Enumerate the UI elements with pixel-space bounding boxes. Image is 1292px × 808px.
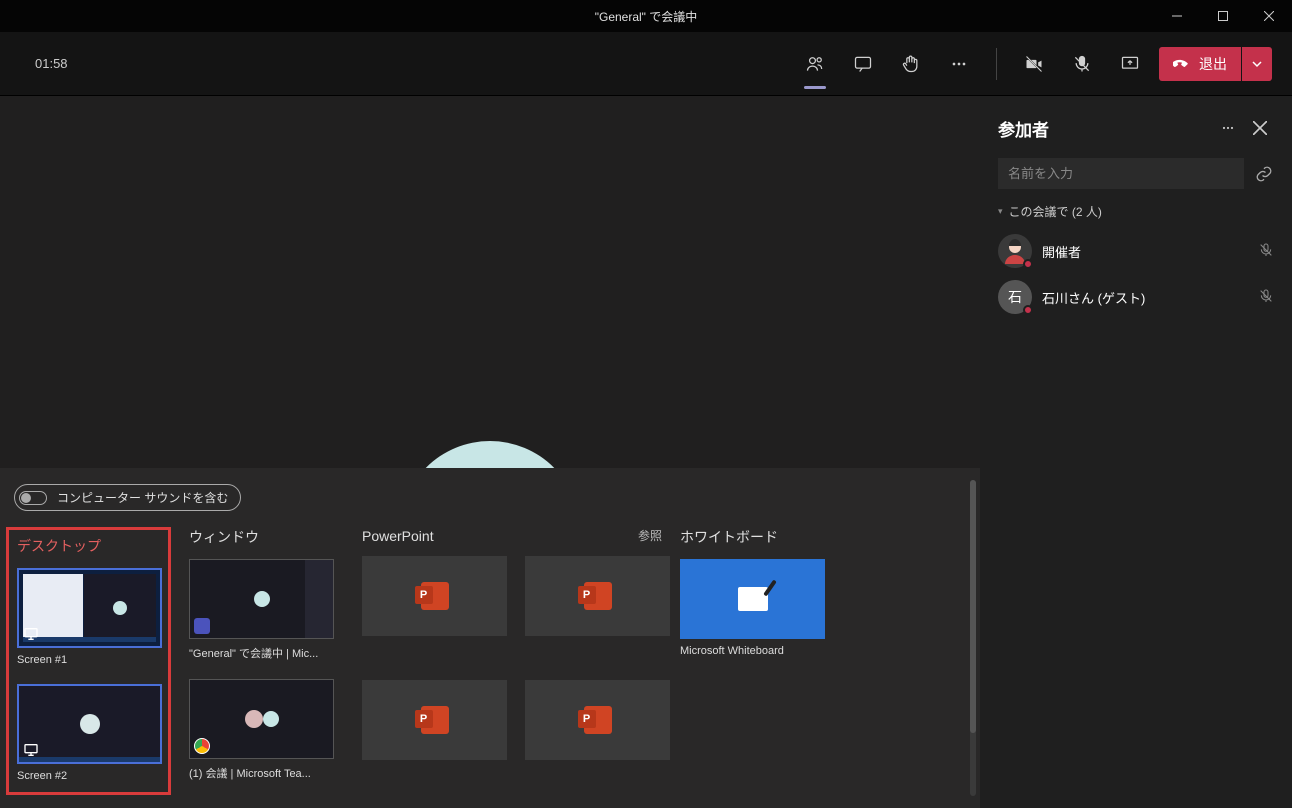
ppt-label: PowerPoint	[362, 528, 434, 544]
meeting-timer: 01:58	[35, 56, 68, 71]
thumb-label: Screen #1	[17, 654, 162, 666]
thumb-label: "General" で会議中 | Mic...	[189, 645, 334, 661]
participant-search-input[interactable]	[998, 158, 1244, 189]
avatar	[998, 234, 1032, 268]
copy-link-button[interactable]	[1254, 164, 1274, 184]
share-column-desktop: デスクトップ Screen #1	[6, 527, 171, 795]
powerpoint-icon	[421, 706, 449, 734]
share-screen-button[interactable]	[1109, 43, 1151, 85]
avatar: 石	[998, 280, 1032, 314]
chevron-down-icon	[1252, 59, 1262, 69]
mic-muted-icon	[1258, 242, 1274, 261]
column-header-desktop: デスクトップ	[17, 536, 160, 556]
more-actions-button[interactable]	[938, 43, 980, 85]
raise-hand-button[interactable]	[890, 43, 932, 85]
leave-group: 退出	[1159, 47, 1272, 81]
whiteboard-icon	[738, 587, 768, 611]
participant-name: 開催者	[1042, 242, 1248, 261]
status-busy-icon	[1023, 305, 1033, 315]
share-column-whiteboard: ホワイトボード Microsoft Whiteboard	[680, 527, 840, 795]
titlebar: "General" で会議中	[0, 0, 1292, 32]
share-desktop-screen-2[interactable]: Screen #2	[17, 684, 162, 782]
avatar-initial: 石	[1008, 287, 1022, 307]
divider	[996, 48, 997, 80]
video-stage: 石 コンピューター サウンドを含む デスクトップ	[0, 96, 980, 808]
hangup-icon	[1173, 55, 1191, 73]
panel-more-button[interactable]	[1214, 114, 1242, 142]
share-whiteboard-item[interactable]: Microsoft Whiteboard	[680, 559, 825, 657]
chrome-icon	[193, 737, 211, 755]
maximize-button[interactable]	[1200, 0, 1246, 32]
panel-title: 参加者	[998, 116, 1210, 141]
column-header-whiteboard: ホワイトボード	[680, 527, 840, 547]
participants-button[interactable]	[794, 43, 836, 85]
powerpoint-icon	[584, 706, 612, 734]
include-computer-sound-toggle[interactable]: コンピューター サウンドを含む	[14, 484, 241, 511]
window-controls	[1154, 0, 1292, 32]
powerpoint-icon	[584, 582, 612, 610]
panel-close-button[interactable]	[1246, 114, 1274, 142]
column-header-powerpoint: PowerPoint 参照	[362, 527, 662, 544]
participant-row[interactable]: 開催者	[980, 228, 1292, 274]
meeting-toolbar: 01:58 退出	[0, 32, 1292, 96]
share-window-item[interactable]: "General" で会議中 | Mic...	[189, 559, 334, 661]
thumb-label: (1) 会議 | Microsoft Tea...	[189, 765, 334, 781]
section-in-meeting[interactable]: この会議で (2 人)	[980, 203, 1292, 228]
participant-name: 石川さん (ゲスト)	[1042, 288, 1248, 307]
share-tray: コンピューター サウンドを含む デスクトップ	[0, 468, 980, 808]
sound-toggle-label: コンピューター サウンドを含む	[57, 489, 228, 506]
share-window-item[interactable]: (1) 会議 | Microsoft Tea...	[189, 679, 334, 781]
close-button[interactable]	[1246, 0, 1292, 32]
share-ppt-item[interactable]	[525, 556, 670, 636]
thumb-label: Screen #2	[17, 770, 162, 782]
share-ppt-item[interactable]	[525, 680, 670, 760]
thumb-label: Microsoft Whiteboard	[680, 645, 825, 657]
main-area: 石 コンピューター サウンドを含む デスクトップ	[0, 96, 1292, 808]
share-desktop-screen-1[interactable]: Screen #1	[17, 568, 162, 666]
minimize-button[interactable]	[1154, 0, 1200, 32]
chat-button[interactable]	[842, 43, 884, 85]
teams-icon	[193, 617, 211, 635]
column-header-window: ウィンドウ	[189, 527, 344, 547]
mic-off-button[interactable]	[1061, 43, 1103, 85]
camera-off-button[interactable]	[1013, 43, 1055, 85]
share-column-powerpoint: PowerPoint 参照	[362, 527, 662, 795]
leave-label: 退出	[1199, 54, 1227, 74]
status-busy-icon	[1023, 259, 1033, 269]
share-ppt-item[interactable]	[362, 680, 507, 760]
mic-muted-icon	[1258, 288, 1274, 307]
participants-panel: 参加者 この会議で (2 人) 開催者	[980, 96, 1292, 808]
powerpoint-icon	[421, 582, 449, 610]
share-ppt-item[interactable]	[362, 556, 507, 636]
toggle-pill-icon	[19, 491, 47, 505]
participant-row[interactable]: 石 石川さん (ゲスト)	[980, 274, 1292, 320]
tray-scrollbar[interactable]	[970, 480, 976, 796]
leave-dropdown[interactable]	[1242, 47, 1272, 81]
window-title: "General" で会議中	[595, 8, 698, 25]
screen-icon	[22, 625, 40, 643]
browse-link[interactable]: 参照	[638, 527, 662, 544]
leave-button[interactable]: 退出	[1159, 47, 1241, 81]
share-column-window: ウィンドウ "General" で会議中 | Mic...	[189, 527, 344, 795]
